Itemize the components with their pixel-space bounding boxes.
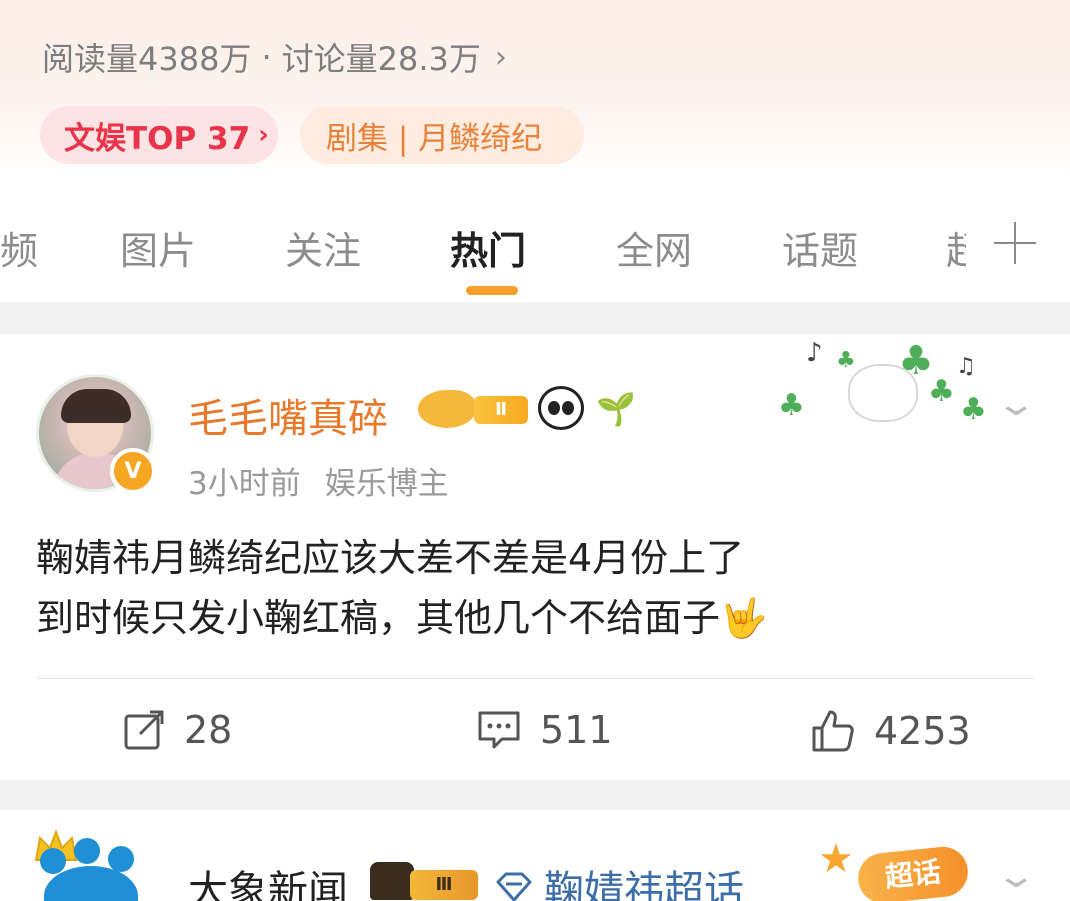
avatar-hair-shape <box>61 389 131 423</box>
username[interactable]: 大象新闻 <box>188 858 348 901</box>
fan-level-badge[interactable]: Ⅲ <box>370 862 482 901</box>
share-button[interactable]: 28 <box>122 708 232 752</box>
chevron-right-icon: › <box>258 120 269 150</box>
diamond-icon <box>496 872 532 901</box>
tab-topics[interactable]: 话题 <box>782 220 858 275</box>
active-tab-indicator <box>466 286 518 295</box>
like-count: 4253 <box>874 709 971 753</box>
comment-icon <box>478 711 520 749</box>
read-count: 阅读量4388万 <box>42 40 252 78</box>
category-chip[interactable]: 剧集 | 月鳞绮纪 <box>300 106 584 164</box>
supertopic-badge[interactable]: ★ 超话 <box>818 836 978 901</box>
chevron-down-icon[interactable]: ⌄ <box>995 856 1038 896</box>
add-tab-icon[interactable] <box>994 222 1036 264</box>
tab-images[interactable]: 图片 <box>120 220 196 275</box>
sprout-icon: 🌱 <box>596 390 636 428</box>
tab-following[interactable]: 关注 <box>285 220 361 275</box>
category-chip-label: 剧集 | 月鳞绮纪 <box>326 120 543 157</box>
paw-toe-shape <box>40 848 66 874</box>
fan-level-badge[interactable]: Ⅱ <box>418 388 530 430</box>
fan-level-number: Ⅲ <box>410 870 478 900</box>
supertopic-label: 鞠婧祎超话 <box>544 868 744 901</box>
tab-all-web[interactable]: 全网 <box>616 220 692 275</box>
clover-icon: ♣ <box>778 388 805 423</box>
tab-video[interactable]: 频 <box>0 220 38 275</box>
post-time: 3小时前 <box>188 466 301 502</box>
verified-badge-icon: V <box>110 448 156 494</box>
action-divider <box>36 678 1034 679</box>
supertopic-badge-label: 超话 <box>855 844 971 901</box>
bird-icon <box>418 390 476 428</box>
crown-icon <box>370 862 414 900</box>
share-count: 28 <box>184 708 233 752</box>
stats-separator: · <box>261 38 272 76</box>
chevron-down-icon[interactable]: ⌄ <box>995 384 1038 424</box>
panda-icon <box>538 386 584 430</box>
comment-button[interactable]: 511 <box>476 708 613 752</box>
tab-hot[interactable]: 热门 <box>450 220 526 275</box>
clover-icon: ♣ <box>928 374 955 409</box>
comment-count: 511 <box>540 708 613 752</box>
post-meta: 3小时前 娱乐博主 <box>188 458 449 503</box>
music-note-icon: ♪ <box>806 338 823 368</box>
paw-toe-shape <box>74 838 100 864</box>
post-text[interactable]: 鞠婧祎月鳞绮纪应该大差不差是4月份上了 到时候只发小鞠红稿，其他几个不给面子🤟 <box>36 528 1036 648</box>
username[interactable]: 毛毛嘴真碎 <box>188 386 388 444</box>
like-button[interactable]: 4253 <box>810 708 971 754</box>
author-role: 娱乐博主 <box>324 466 449 502</box>
supertopic-link[interactable]: 鞠婧祎超话 <box>494 858 744 901</box>
topic-header: 阅读量4388万 · 讨论量28.3万 › 文娱TOP 37 › 剧集 | 月鳞… <box>0 0 1070 180</box>
post-text-line: 鞠婧祎月鳞绮纪应该大差不差是4月份上了 <box>36 536 745 580</box>
paw-toe-shape <box>108 846 134 872</box>
fan-level-number: Ⅱ <box>474 396 528 424</box>
chevron-right-icon: › <box>494 39 507 75</box>
card-decoration: ♪ ♫ ♣ ♣ ♣ ♣ ♣ <box>778 338 988 434</box>
post-text-line: 到时候只发小鞠红稿，其他几个不给面子🤟 <box>36 596 768 640</box>
rank-chip[interactable]: 文娱TOP 37 › <box>40 106 278 164</box>
clover-icon: ♣ <box>960 392 987 427</box>
discussion-count: 讨论量28.3万 <box>281 40 481 78</box>
thumbs-up-icon <box>812 710 854 752</box>
music-note-icon: ♫ <box>956 354 976 379</box>
topic-stats[interactable]: 阅读量4388万 · 讨论量28.3万 › <box>42 34 507 80</box>
star-icon: ★ <box>818 836 854 882</box>
rank-chip-label: 文娱TOP 37 <box>64 120 251 157</box>
share-icon <box>124 710 164 750</box>
tab-super[interactable]: 超 <box>946 220 966 275</box>
clover-icon: ♣ <box>836 348 856 373</box>
bunny-icon <box>848 364 918 422</box>
